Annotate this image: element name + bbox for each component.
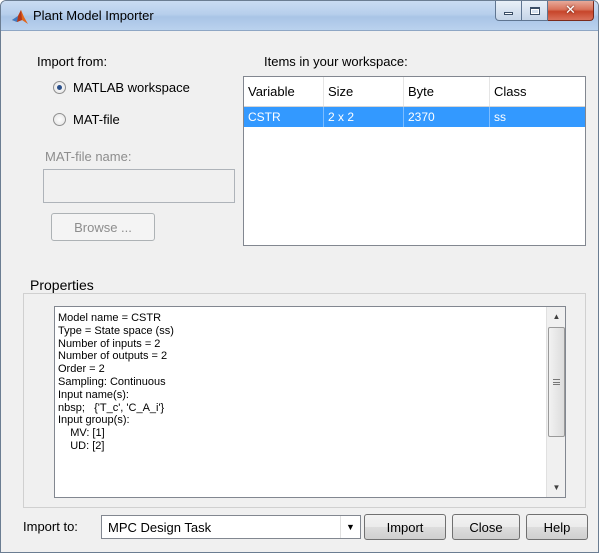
import-to-label: Import to: bbox=[23, 519, 78, 534]
grip-icon bbox=[553, 379, 560, 385]
properties-line: nbsp; {'T_c', 'C_A_i'} bbox=[58, 401, 165, 414]
properties-line: Number of inputs = 2 bbox=[58, 337, 161, 350]
close-button[interactable]: Close bbox=[452, 514, 520, 540]
column-header-variable[interactable]: Variable bbox=[244, 77, 324, 106]
matfile-name-input[interactable] bbox=[43, 169, 235, 203]
radio-matlab-workspace[interactable]: MATLAB workspace bbox=[53, 80, 190, 95]
properties-scrollbar[interactable]: ▲ ▼ bbox=[546, 307, 565, 497]
column-header-size[interactable]: Size bbox=[324, 77, 404, 106]
radio-checked-icon[interactable] bbox=[53, 81, 66, 94]
close-window-button[interactable]: ✕ bbox=[548, 1, 594, 21]
plant-model-importer-window: Plant Model Importer ✕ Import from: MATL… bbox=[0, 0, 599, 553]
matlab-logo-icon bbox=[12, 10, 28, 24]
matfile-name-label: MAT-file name: bbox=[45, 149, 132, 164]
properties-line: Input name(s): bbox=[58, 388, 129, 401]
properties-line: Sampling: Continuous bbox=[58, 375, 166, 388]
maximize-button[interactable] bbox=[522, 1, 548, 21]
table-row[interactable]: CSTR 2 x 2 2370 ss bbox=[244, 107, 585, 127]
properties-textarea[interactable]: Model name = CSTR Type = State space (ss)… bbox=[54, 306, 566, 498]
window-title: Plant Model Importer bbox=[33, 8, 154, 23]
properties-line: Type = State space (ss) bbox=[58, 324, 174, 337]
minimize-button[interactable] bbox=[495, 1, 522, 21]
properties-line: UD: [2] bbox=[58, 439, 105, 452]
table-header: Variable Size Byte Class bbox=[244, 77, 585, 107]
minimize-icon bbox=[504, 12, 513, 15]
browse-button[interactable]: Browse ... bbox=[51, 213, 155, 241]
workspace-table[interactable]: Variable Size Byte Class CSTR 2 x 2 2370… bbox=[243, 76, 586, 246]
cell-variable: CSTR bbox=[244, 107, 324, 127]
column-header-byte[interactable]: Byte bbox=[404, 77, 490, 106]
cell-class: ss bbox=[494, 110, 506, 124]
radio-unchecked-icon[interactable] bbox=[53, 113, 66, 126]
properties-line: Order = 2 bbox=[58, 363, 105, 376]
import-button[interactable]: Import bbox=[364, 514, 446, 540]
scrollbar-thumb[interactable] bbox=[548, 327, 565, 437]
properties-line: Number of outputs = 2 bbox=[58, 350, 168, 363]
radio-mat-file-label: MAT-file bbox=[73, 112, 120, 127]
properties-line: Input group(s): bbox=[58, 414, 130, 427]
properties-line: MV: [1] bbox=[58, 427, 105, 440]
properties-label: Properties bbox=[30, 277, 94, 293]
window-controls: ✕ bbox=[495, 1, 594, 21]
import-from-label: Import from: bbox=[37, 54, 108, 69]
dropdown-arrow-icon[interactable]: ▼ bbox=[340, 516, 360, 538]
maximize-icon bbox=[529, 6, 540, 15]
scroll-down-arrow-icon[interactable]: ▼ bbox=[548, 479, 565, 496]
close-icon: ✕ bbox=[565, 3, 576, 18]
workspace-items-label: Items in your workspace: bbox=[264, 54, 408, 69]
properties-line: Model name = CSTR bbox=[58, 312, 162, 324]
column-header-class[interactable]: Class bbox=[490, 77, 585, 106]
import-to-value: MPC Design Task bbox=[108, 519, 212, 535]
cell-byte: 2370 bbox=[404, 107, 490, 127]
radio-mat-file[interactable]: MAT-file bbox=[53, 112, 120, 127]
help-button[interactable]: Help bbox=[526, 514, 588, 540]
properties-lines: Model name = CSTR Type = State space (ss)… bbox=[58, 312, 538, 453]
scroll-up-arrow-icon[interactable]: ▲ bbox=[548, 308, 565, 325]
title-bar[interactable]: Plant Model Importer ✕ bbox=[1, 1, 598, 31]
radio-matlab-workspace-label: MATLAB workspace bbox=[73, 80, 190, 95]
cell-size: 2 x 2 bbox=[324, 107, 404, 127]
import-to-dropdown[interactable]: MPC Design Task ▼ bbox=[101, 515, 361, 539]
